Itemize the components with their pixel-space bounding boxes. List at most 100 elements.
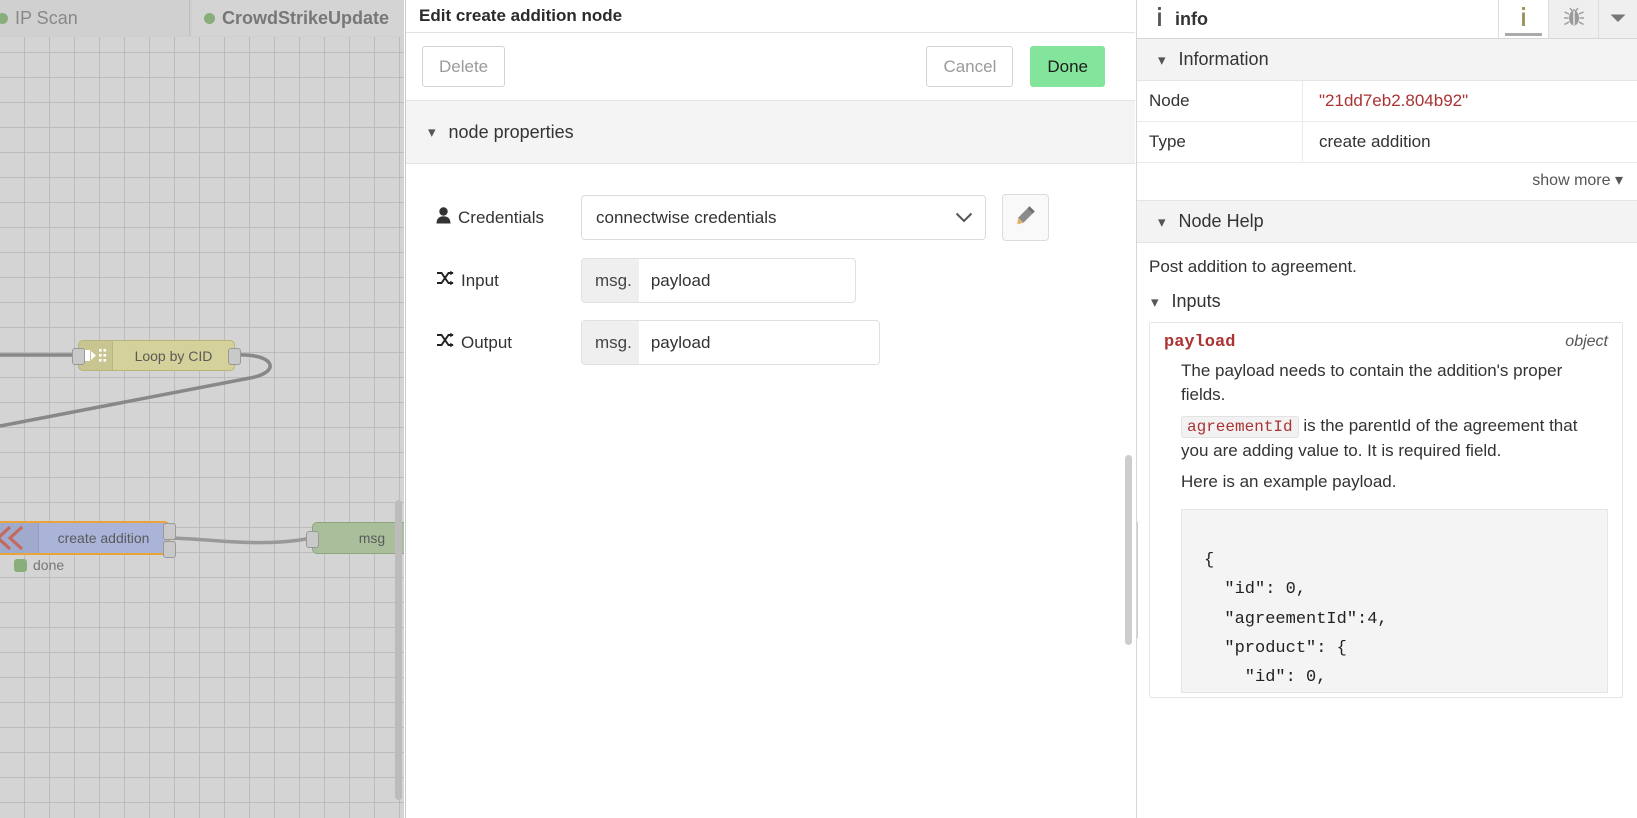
flow-node-label: Loop by CID — [134, 347, 213, 364]
credentials-label: Credentials — [458, 207, 544, 227]
chevron-down-icon: ▾ — [1158, 213, 1166, 231]
node-help-property-box: payload object The payload needs to cont… — [1149, 322, 1623, 699]
property-type: object — [1565, 333, 1608, 350]
chevron-down-icon — [955, 208, 973, 228]
node-input-port[interactable] — [72, 348, 85, 365]
flow-wires — [0, 353, 313, 545]
user-icon — [436, 206, 451, 229]
done-button[interactable]: Done — [1030, 46, 1105, 87]
output-label-wrap: Output — [406, 332, 581, 353]
node-info-table: Node "21dd7eb2.804b92" Type create addit… — [1137, 81, 1637, 163]
output-row: Output msg. payload — [406, 320, 1135, 365]
property-paragraph-2-wrap: agreementId is the parentId of the agree… — [1164, 407, 1608, 463]
information-label: Information — [1178, 49, 1269, 69]
status-dot — [14, 558, 27, 572]
pencil-icon — [1015, 204, 1037, 231]
property-header: payload object — [1164, 333, 1608, 352]
dialog-title-bar: Edit create addition node — [406, 0, 1135, 33]
node-output-port-1[interactable] — [163, 523, 176, 540]
sidebar-title: info — [1175, 8, 1208, 29]
node-help-section-header[interactable]: ▾ Node Help — [1137, 201, 1637, 243]
info-key-type: Type — [1137, 121, 1303, 163]
sidebar-title-wrap: info — [1137, 0, 1498, 38]
output-typed-field[interactable]: msg. payload — [581, 320, 880, 365]
info-key-node: Node — [1137, 81, 1303, 122]
dialog-vertical-scrollbar[interactable] — [1125, 455, 1132, 645]
sidebar-menu-button[interactable] — [1598, 0, 1637, 38]
node-properties-form: Credentials connectwise credentials Inpu… — [406, 164, 1135, 365]
flow-tab-crowdstrikeupdate[interactable]: CrowdStrikeUpdate — [192, 0, 404, 36]
info-value-type: create addition — [1302, 121, 1637, 163]
info-sidebar: info ▾ Information Node "21dd7eb2.804b92… — [1136, 0, 1637, 818]
credentials-row: Credentials connectwise credentials — [406, 194, 1135, 241]
canvas-vertical-scrollbar[interactable] — [395, 500, 402, 800]
node-help-inputs-label: Inputs — [1171, 291, 1221, 311]
property-name: payload — [1164, 333, 1236, 352]
credentials-selected-value: connectwise credentials — [596, 207, 777, 227]
flow-tab-status-dot — [204, 12, 215, 24]
flow-node-loop-by-cid[interactable]: Loop by CID — [72, 340, 241, 371]
sidebar-vertical-scrollbar[interactable] — [1137, 520, 1138, 640]
input-row: Input msg. payload — [406, 258, 1135, 303]
node-properties-section-header[interactable]: ▾ node properties — [406, 101, 1135, 164]
flow-canvas[interactable]: IP Scan CrowdStrikeUpdate Loop by CID cr… — [0, 0, 404, 818]
output-label: Output — [461, 332, 513, 352]
show-more-toggle[interactable]: show more ▾ — [1137, 163, 1637, 201]
input-value[interactable]: payload — [639, 259, 855, 302]
info-icon — [1520, 7, 1527, 31]
sidebar-tab-info[interactable] — [1498, 0, 1548, 38]
output-value[interactable]: payload — [639, 321, 879, 364]
chevrons-left-icon — [0, 523, 39, 553]
node-help-body: Post addition to agreement. ▾ Inputs pay… — [1137, 243, 1637, 699]
flow-node-create-addition[interactable]: create addition — [0, 521, 176, 558]
node-help-label: Node Help — [1178, 211, 1264, 231]
property-paragraph-1: The payload needs to contain the additio… — [1181, 361, 1563, 405]
edit-node-dialog: Edit create addition node Delete Cancel … — [405, 0, 1135, 818]
node-output-port[interactable] — [228, 348, 241, 365]
node-output-port-2[interactable] — [163, 541, 176, 558]
input-typed-field[interactable]: msg. payload — [581, 258, 856, 303]
input-label: Input — [461, 270, 499, 290]
flow-tab-ip-scan[interactable]: IP Scan — [0, 0, 190, 36]
flow-node-label: create addition — [57, 530, 150, 546]
chevron-down-icon — [1610, 10, 1626, 28]
edit-credentials-button[interactable] — [1002, 194, 1049, 241]
dialog-title: Edit create addition node — [419, 6, 623, 25]
shuffle-icon — [436, 270, 454, 291]
flow-node-debug-msg[interactable]: msg — [306, 522, 404, 554]
sidebar-tab-debug[interactable] — [1548, 0, 1598, 38]
shuffle-icon — [436, 332, 454, 353]
bug-icon — [1563, 6, 1585, 32]
flow-tab-status-dot — [0, 12, 8, 24]
chevron-down-icon: ▾ — [1151, 293, 1159, 311]
show-more-label: show more — [1532, 172, 1611, 189]
chevron-down-icon: ▾ — [1614, 172, 1623, 189]
credentials-select[interactable]: connectwise credentials — [581, 195, 986, 240]
node-properties-label: node properties — [448, 121, 574, 142]
node-help-inputs-header[interactable]: ▾ Inputs — [1149, 285, 1623, 322]
credentials-label-wrap: Credentials — [406, 206, 581, 229]
info-icon — [1156, 7, 1163, 31]
status-label: done — [33, 557, 65, 573]
node-help-description: Post addition to agreement. — [1149, 257, 1357, 276]
information-section-header[interactable]: ▾ Information — [1137, 39, 1637, 81]
chevron-down-icon: ▾ — [428, 124, 436, 141]
sidebar-tab-bar: info — [1137, 0, 1637, 39]
flow-tab-bar: IP Scan CrowdStrikeUpdate — [0, 0, 404, 37]
property-paragraph-3: Here is an example payload. — [1181, 472, 1397, 492]
output-type-prefix[interactable]: msg. — [582, 321, 639, 364]
flow-node-label: msg — [358, 530, 386, 546]
input-type-prefix[interactable]: msg. — [582, 259, 639, 302]
dialog-toolbar: Delete Cancel Done — [406, 33, 1135, 101]
node-input-port[interactable] — [306, 531, 319, 548]
flow-tab-label: IP Scan — [15, 7, 78, 28]
cancel-button[interactable]: Cancel — [926, 46, 1014, 87]
inline-code-agreementid: agreementId — [1181, 416, 1299, 439]
flow-tab-label: CrowdStrikeUpdate — [222, 7, 390, 28]
table-row: Type create addition — [1137, 121, 1637, 163]
info-value-node: "21dd7eb2.804b92" — [1302, 81, 1637, 122]
chevron-down-icon: ▾ — [1158, 51, 1166, 69]
input-label-wrap: Input — [406, 270, 581, 291]
delete-button[interactable]: Delete — [422, 46, 506, 87]
node-status-done: done — [14, 557, 64, 573]
